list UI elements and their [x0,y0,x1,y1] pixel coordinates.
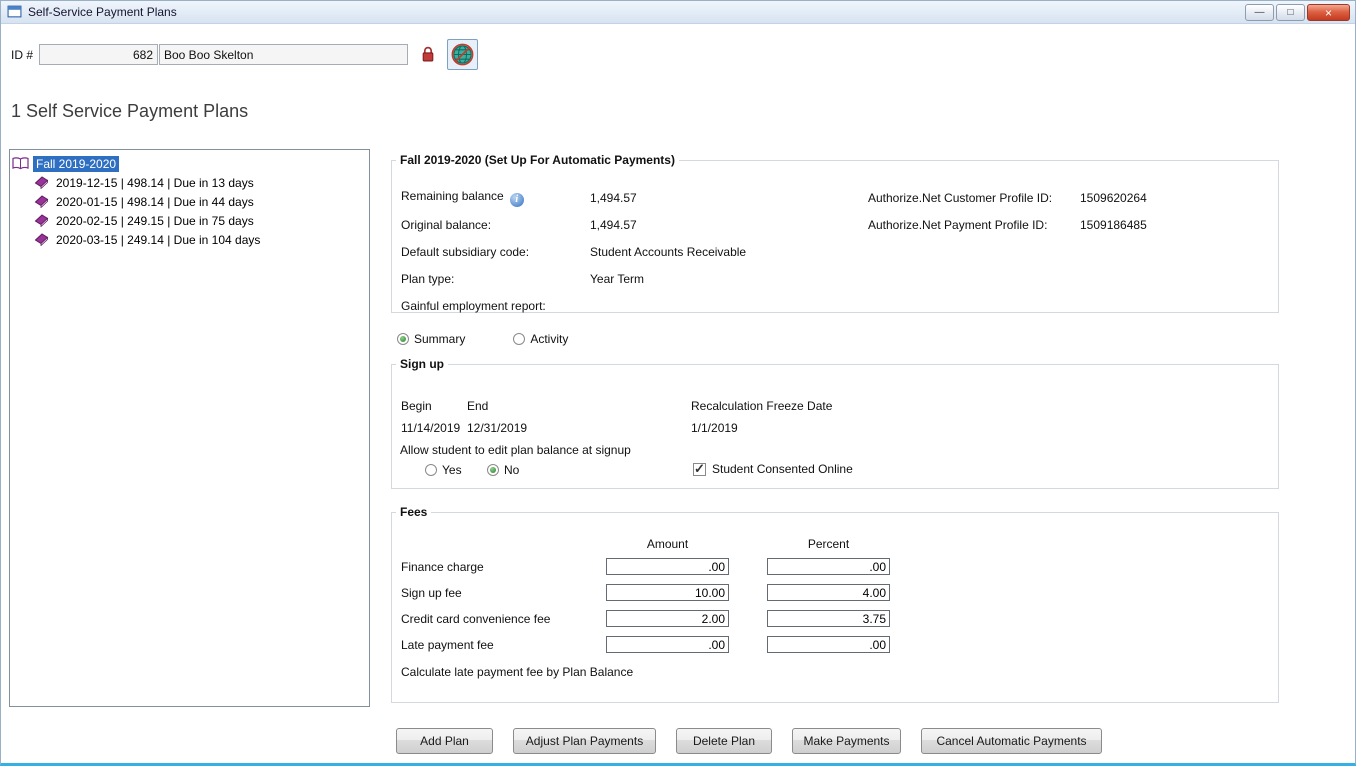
subsidiary-code-label: Default subsidiary code: [401,245,529,259]
adjust-plan-payments-button[interactable]: Adjust Plan Payments [513,728,656,754]
payment-profile-label: Authorize.Net Payment Profile ID: [868,218,1047,232]
maximize-button[interactable]: □ [1276,4,1305,21]
credit-card-fee-percent-input[interactable] [767,610,890,627]
customer-profile-value: 1509620264 [1080,191,1147,205]
tree-item-plan[interactable]: Fall 2019-2020 [12,154,367,173]
yes-radio-label: Yes [442,463,462,477]
checkbox-icon: ✓ [693,463,706,476]
tree-item-label[interactable]: Fall 2019-2020 [33,156,119,172]
allow-edit-yes-radio[interactable]: Yes [425,463,462,477]
lock-icon [421,46,435,62]
customer-profile-label: Authorize.Net Customer Profile ID: [868,191,1052,205]
close-button[interactable]: × [1307,4,1350,21]
app-icon [7,4,23,20]
info-icon[interactable]: i [510,193,524,207]
plan-details-title: Fall 2019-2020 (Set Up For Automatic Pay… [396,153,679,167]
radio-circle-icon [397,333,409,345]
sign-up-fee-amount-input[interactable] [606,584,729,601]
radio-circle-icon [513,333,525,345]
tree-item-label[interactable]: 2020-02-15 | 249.15 | Due in 75 days [53,213,257,229]
credit-card-fee-label: Credit card convenience fee [401,612,550,626]
no-radio-label: No [504,463,519,477]
titlebar[interactable]: Self-Service Payment Plans — □ × [1,1,1355,24]
activity-radio-label: Activity [530,332,568,346]
tree-item-installment[interactable]: 2019-12-15 | 498.14 | Due in 13 days [12,173,367,192]
book-icon [34,176,49,189]
begin-value: 11/14/2019 [401,421,460,435]
remaining-balance-value: 1,494.57 [590,191,637,205]
window-title: Self-Service Payment Plans [28,5,177,19]
sign-up-fee-percent-input[interactable] [767,584,890,601]
sign-up-fee-label: Sign up fee [401,586,462,600]
radio-circle-icon [487,464,499,476]
add-plan-button[interactable]: Add Plan [396,728,493,754]
radio-circle-icon [425,464,437,476]
sign-up-group: Sign up Begin End Recalculation Freeze D… [391,357,1279,489]
globe-icon [451,43,474,66]
late-payment-fee-amount-input[interactable] [606,636,729,653]
amount-header: Amount [606,537,729,551]
id-input[interactable] [39,44,158,65]
minimize-button[interactable]: — [1245,4,1274,21]
finance-charge-amount-input[interactable] [606,558,729,575]
freeze-date-value: 1/1/2019 [691,421,738,435]
remaining-balance-label: Remaining balancei [401,189,524,207]
fees-group: Fees Amount Percent Finance charge Sign … [391,505,1279,703]
student-consented-label: Student Consented Online [712,462,853,476]
web-payment-profile-button[interactable] [447,39,478,70]
activity-radio[interactable]: Activity [513,332,568,346]
id-label: ID # [11,48,33,62]
percent-header: Percent [767,537,890,551]
summary-radio-label: Summary [414,332,465,346]
tree-item-installment[interactable]: 2020-02-15 | 249.15 | Due in 75 days [12,211,367,230]
action-buttons: Add Plan Adjust Plan Payments Delete Pla… [396,728,1102,754]
gainful-employment-label: Gainful employment report: [401,299,546,313]
make-payments-button[interactable]: Make Payments [792,728,901,754]
begin-label: Begin [401,399,432,413]
finance-charge-percent-input[interactable] [767,558,890,575]
book-icon [34,233,49,246]
self-service-payment-plans-window: Self-Service Payment Plans — □ × ID # 1 … [0,0,1356,766]
summary-radio[interactable]: Summary [397,332,465,346]
tree-item-label[interactable]: 2020-01-15 | 498.14 | Due in 44 days [53,194,257,210]
sign-up-title: Sign up [396,357,448,371]
plan-type-value: Year Term [590,272,644,286]
tree-item-label[interactable]: 2019-12-15 | 498.14 | Due in 13 days [53,175,257,191]
subsidiary-code-value: Student Accounts Receivable [590,245,746,259]
late-payment-fee-label: Late payment fee [401,638,494,652]
student-consented-checkbox[interactable]: ✓ Student Consented Online [693,462,853,476]
late-payment-fee-percent-input[interactable] [767,636,890,653]
credit-card-fee-amount-input[interactable] [606,610,729,627]
late-fee-calculation-note: Calculate late payment fee by Plan Balan… [401,665,633,679]
plan-details-group: Fall 2019-2020 (Set Up For Automatic Pay… [391,153,1279,313]
window-controls: — □ × [1245,4,1350,21]
page-heading: 1 Self Service Payment Plans [11,101,248,122]
finance-charge-label: Finance charge [401,560,484,574]
tree-item-installment[interactable]: 2020-03-15 | 249.14 | Due in 104 days [12,230,367,249]
original-balance-label: Original balance: [401,218,491,232]
open-book-icon [12,157,29,171]
cancel-automatic-payments-button[interactable]: Cancel Automatic Payments [921,728,1102,754]
student-name-field[interactable] [159,44,408,65]
original-balance-value: 1,494.57 [590,218,637,232]
end-label: End [467,399,488,413]
book-icon [34,195,49,208]
book-icon [34,214,49,227]
payment-profile-value: 1509186485 [1080,218,1147,232]
allow-edit-label: Allow student to edit plan balance at si… [400,443,631,457]
delete-plan-button[interactable]: Delete Plan [676,728,772,754]
end-value: 12/31/2019 [467,421,527,435]
fees-title: Fees [396,505,431,519]
tree-item-label[interactable]: 2020-03-15 | 249.14 | Due in 104 days [53,232,263,248]
freeze-date-label: Recalculation Freeze Date [691,399,832,413]
allow-edit-no-radio[interactable]: No [487,463,519,477]
view-toggle: Summary Activity [397,332,568,346]
payment-plans-tree[interactable]: Fall 2019-2020 2019-12-15 | 498.14 | Due… [9,149,370,707]
tree-item-installment[interactable]: 2020-01-15 | 498.14 | Due in 44 days [12,192,367,211]
plan-type-label: Plan type: [401,272,454,286]
